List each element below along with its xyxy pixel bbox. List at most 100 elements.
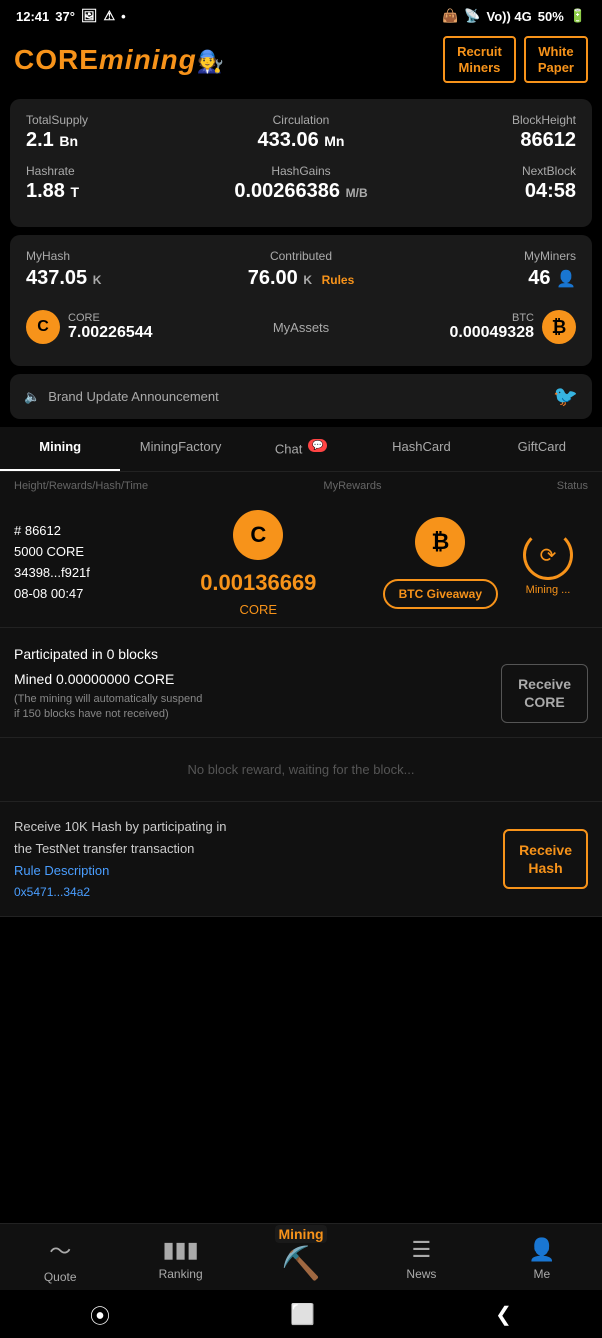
android-recent-btn[interactable]: ⦿ bbox=[90, 1300, 110, 1329]
nav-me-label: Me bbox=[533, 1267, 550, 1281]
block-height-stat: BlockHeight 86612 bbox=[398, 113, 576, 152]
receive-hash-line2: the TestNet transfer transaction bbox=[14, 838, 226, 860]
contributed-label: Contributed bbox=[212, 249, 390, 263]
receive-hash-line1: Receive 10K Hash by participating in bbox=[14, 816, 226, 838]
tab-hashcard[interactable]: HashCard bbox=[361, 427, 481, 470]
participated-section: Participated in 0 blocks Mined 0.0000000… bbox=[0, 628, 602, 738]
android-home-btn[interactable]: ⬜ bbox=[290, 1302, 315, 1327]
btc-giveaway-button[interactable]: BTC Giveaway bbox=[383, 579, 498, 609]
btc-asset-label: BTC bbox=[449, 312, 534, 324]
mining-coin-icon: ⛏️ bbox=[281, 1247, 321, 1279]
receive-hash-row: Receive 10K Hash by participating in the… bbox=[14, 816, 588, 903]
core-reward-icon: C bbox=[233, 510, 283, 560]
header: COREmining🧑‍🔧 Recruit Miners White Paper bbox=[0, 28, 602, 93]
announcement-text: Brand Update Announcement bbox=[48, 389, 219, 404]
android-nav: ⦿ ⬜ ❮ bbox=[0, 1290, 602, 1338]
android-back-btn[interactable]: ❮ bbox=[495, 1302, 512, 1327]
hashrate-value: 1.88 T bbox=[26, 180, 204, 203]
tab-miningfactory[interactable]: MiningFactory bbox=[120, 427, 240, 470]
status-left: 12:41 37° 🖼 ⚠ • bbox=[16, 8, 126, 24]
status-degree: 37° bbox=[55, 9, 75, 24]
my-miners-label: MyMiners bbox=[398, 249, 576, 263]
core-amount: 0.00136669 bbox=[200, 570, 316, 596]
tab-giftcard[interactable]: GiftCard bbox=[482, 427, 602, 470]
mining-row-section: # 86612 5000 CORE 34398...f921f 08-08 00… bbox=[0, 500, 602, 628]
rules-link[interactable]: Rules bbox=[322, 273, 355, 287]
mining-spinner-icon: ⟳ bbox=[523, 530, 573, 580]
core-label: CORE bbox=[240, 602, 278, 617]
my-assets-label: MyAssets bbox=[273, 320, 329, 335]
status-signal-icon: Vo)) 4G bbox=[487, 9, 532, 24]
table-col1: Height/Rewards/Hash/Time bbox=[14, 480, 148, 492]
status-dot: • bbox=[121, 9, 126, 24]
total-supply-label: TotalSupply bbox=[26, 113, 204, 127]
rule-description-link[interactable]: Rule Description bbox=[14, 860, 226, 882]
btc-giveaway-col: ₿ BTC Giveaway bbox=[383, 517, 498, 609]
ranking-icon: ▮▮▮ bbox=[162, 1237, 198, 1263]
mining-nav-icon: Mining bbox=[275, 1225, 326, 1243]
status-time: 12:41 bbox=[16, 9, 49, 24]
circulation-label: Circulation bbox=[212, 113, 390, 127]
mining-time: 08-08 00:47 bbox=[14, 584, 134, 605]
receive-hash-section: Receive 10K Hash by participating in the… bbox=[0, 802, 602, 918]
white-paper-button[interactable]: White Paper bbox=[524, 36, 588, 83]
mining-block-num: # 86612 bbox=[14, 521, 134, 542]
hashrate-label: Hashrate bbox=[26, 164, 204, 178]
status-alert-icon: ⚠ bbox=[103, 8, 115, 24]
status-bar: 12:41 37° 🖼 ⚠ • 👜 📡 Vo)) 4G 50% 🔋 bbox=[0, 0, 602, 28]
nav-mining[interactable]: Mining ⛏️ bbox=[241, 1225, 361, 1283]
participated-line2: Mined 0.00000000 CORE bbox=[14, 667, 202, 692]
nav-ranking[interactable]: ▮▮▮ Ranking bbox=[120, 1237, 240, 1281]
bottom-nav: 〜 Quote ▮▮▮ Ranking Mining ⛏️ ☰ News 👤 M… bbox=[0, 1223, 602, 1290]
me-icon: 👤 bbox=[528, 1237, 555, 1263]
recruit-miners-button[interactable]: Recruit Miners bbox=[443, 36, 516, 83]
twitter-icon[interactable]: 🐦 bbox=[553, 384, 578, 409]
total-supply-value: 2.1 Bn bbox=[26, 129, 204, 152]
hash-address: 0x5471...34a2 bbox=[14, 882, 226, 902]
table-col3: Status bbox=[557, 480, 588, 492]
btc-asset: BTC 0.00049328 ₿ bbox=[449, 310, 576, 344]
receive-hash-info: Receive 10K Hash by participating in the… bbox=[14, 816, 226, 903]
my-stats-card: MyHash 437.05 K Contributed 76.00 K Rule… bbox=[10, 235, 592, 366]
tab-chat[interactable]: Chat 💬 bbox=[241, 427, 361, 470]
tabs-bar: Mining MiningFactory Chat 💬 HashCard Gif… bbox=[0, 427, 602, 471]
mining-row: # 86612 5000 CORE 34398...f921f 08-08 00… bbox=[14, 510, 588, 617]
quote-icon: 〜 bbox=[49, 1234, 71, 1266]
status-wifi-icon: 📡 bbox=[464, 8, 480, 24]
my-hash-stat: MyHash 437.05 K bbox=[26, 249, 204, 290]
participated-line1: Participated in 0 blocks bbox=[14, 642, 202, 667]
status-wallet-icon: 👜 bbox=[442, 8, 458, 24]
nav-me[interactable]: 👤 Me bbox=[482, 1237, 602, 1281]
table-col2: MyRewards bbox=[323, 480, 381, 492]
header-buttons: Recruit Miners White Paper bbox=[443, 36, 588, 83]
stats-card: TotalSupply 2.1 Bn Circulation 433.06 Mn… bbox=[10, 99, 592, 227]
nav-quote[interactable]: 〜 Quote bbox=[0, 1234, 120, 1284]
my-miners-value: 46 👤 bbox=[398, 267, 576, 290]
receive-hash-button[interactable]: Receive Hash bbox=[503, 829, 588, 889]
btc-coin-icon: ₿ bbox=[542, 310, 576, 344]
tab-mining[interactable]: Mining bbox=[0, 427, 120, 470]
no-reward-section: No block reward, waiting for the block..… bbox=[0, 738, 602, 802]
mining-rewards-center: C 0.00136669 CORE bbox=[144, 510, 373, 617]
status-image-icon: 🖼 bbox=[81, 8, 98, 24]
receive-core-button[interactable]: Receive CORE bbox=[501, 664, 588, 722]
hashgains-label: HashGains bbox=[212, 164, 390, 178]
status-right: 👜 📡 Vo)) 4G 50% 🔋 bbox=[442, 8, 586, 24]
table-header: Height/Rewards/Hash/Time MyRewards Statu… bbox=[0, 472, 602, 500]
nextblock-value: 04:58 bbox=[398, 180, 576, 203]
hashgains-stat: HashGains 0.00266386 M/B bbox=[212, 164, 390, 203]
hashgains-value: 0.00266386 M/B bbox=[212, 180, 390, 203]
no-reward-message: No block reward, waiting for the block..… bbox=[14, 762, 588, 777]
announcement-bar: 🔈 Brand Update Announcement 🐦 bbox=[10, 374, 592, 419]
stats-grid: TotalSupply 2.1 Bn Circulation 433.06 Mn… bbox=[26, 113, 576, 203]
nav-news[interactable]: ☰ News bbox=[361, 1237, 481, 1281]
core-asset-label: CORE bbox=[68, 312, 153, 324]
status-battery: 50% bbox=[538, 9, 564, 24]
nav-ranking-label: Ranking bbox=[159, 1267, 203, 1281]
btc-asset-value: 0.00049328 bbox=[449, 324, 534, 342]
nav-news-label: News bbox=[406, 1267, 436, 1281]
assets-row: C CORE 7.00226544 MyAssets BTC 0.0004932… bbox=[26, 302, 576, 352]
mining-status-label: Mining ... bbox=[508, 584, 588, 596]
core-asset-value: 7.00226544 bbox=[68, 324, 153, 342]
total-supply-stat: TotalSupply 2.1 Bn bbox=[26, 113, 204, 152]
